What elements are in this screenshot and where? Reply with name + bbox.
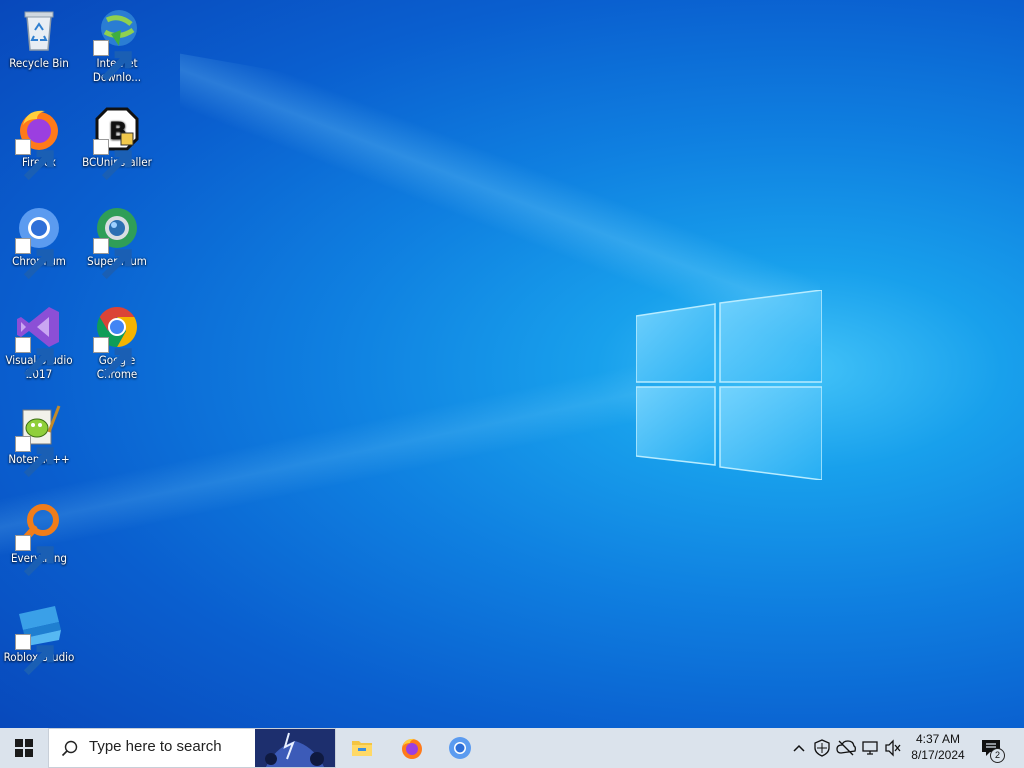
network-icon <box>862 741 878 755</box>
taskbar-clock[interactable]: 4:37 AM 8/17/2024 <box>905 731 971 763</box>
search-icon <box>61 740 78 757</box>
shortcut-arrow-icon <box>15 436 54 478</box>
desktop-icon-recycle-bin[interactable]: Recycle Bin <box>0 0 78 70</box>
desktop-icon-roblox-studio[interactable]: Roblox Studio <box>0 594 78 676</box>
taskbar-chromium[interactable] <box>436 728 484 768</box>
desktop-icon-supermium[interactable]: Supermium <box>78 198 156 280</box>
tray-onedrive[interactable] <box>836 738 856 758</box>
shortcut-arrow-icon <box>15 238 54 280</box>
desktop-icon-bcuninstaller[interactable]: B BCUninstaller <box>78 99 156 181</box>
recycle-bin-icon <box>24 11 54 51</box>
search-highlight-art <box>255 729 335 767</box>
security-shield-icon <box>814 739 830 757</box>
tray-volume[interactable] <box>883 738 903 758</box>
clock-date: 8/17/2024 <box>911 748 965 762</box>
start-button[interactable] <box>0 728 48 768</box>
windows-start-icon <box>15 739 33 757</box>
volume-muted-icon <box>885 739 901 757</box>
chromium-icon <box>449 737 471 759</box>
shortcut-arrow-icon <box>93 139 132 181</box>
taskbar-firefox[interactable] <box>388 728 436 768</box>
desktop-icon-internet-download-manager[interactable]: Internet Downlo... <box>78 0 156 84</box>
desktop-icon-label: Recycle Bin <box>9 56 69 70</box>
clock-time: 4:37 AM <box>915 732 961 746</box>
file-explorer-icon <box>352 741 372 756</box>
desktop-icon-firefox[interactable]: Firefox <box>0 99 78 181</box>
shortcut-arrow-icon <box>93 337 132 379</box>
search-input[interactable] <box>87 737 261 756</box>
cloud-offline-icon <box>836 740 856 756</box>
taskbar: 4:37 AM 8/17/2024 2 <box>0 728 1024 768</box>
desktop-icon-notepad-plus-plus[interactable]: Notepad++ <box>0 396 78 478</box>
tray-network[interactable] <box>860 738 880 758</box>
shortcut-arrow-icon <box>15 337 54 379</box>
desktop-icon-chromium[interactable]: Chromium <box>0 198 78 280</box>
taskbar-search-box[interactable] <box>48 728 336 768</box>
windows-wallpaper-logo <box>636 290 822 480</box>
shortcut-arrow-icon <box>15 139 54 181</box>
firefox-icon <box>402 738 422 759</box>
tray-security[interactable] <box>812 738 832 758</box>
shortcut-arrow-icon <box>93 238 132 280</box>
shortcut-arrow-icon <box>15 634 54 676</box>
desktop-icon-everything[interactable]: Everything <box>0 495 78 577</box>
chevron-up-icon <box>793 744 805 752</box>
notification-count-badge: 2 <box>990 748 1005 763</box>
desktop-icon-google-chrome[interactable]: Google Chrome <box>78 297 156 381</box>
desktop-icon-visual-studio[interactable]: Visual Studio 2017 <box>0 297 78 381</box>
taskbar-file-explorer[interactable] <box>338 728 386 768</box>
shortcut-arrow-icon <box>15 535 54 577</box>
tray-overflow-button[interactable] <box>789 738 809 758</box>
shortcut-arrow-icon <box>93 40 132 82</box>
